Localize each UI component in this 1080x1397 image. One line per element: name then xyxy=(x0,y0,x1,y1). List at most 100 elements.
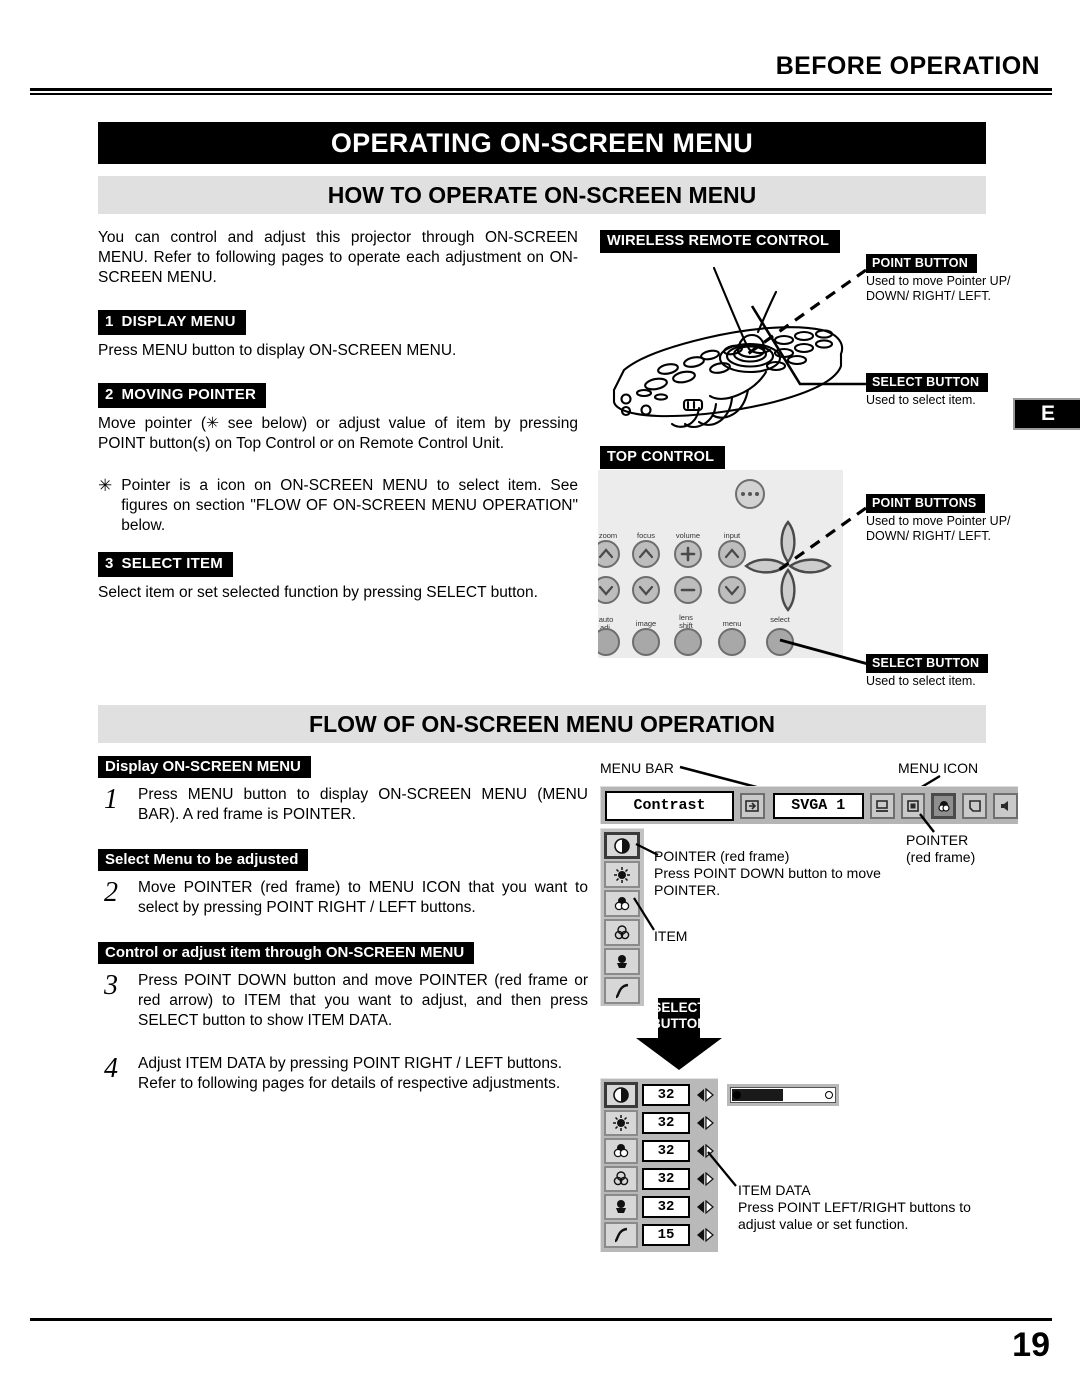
svg-text:select: select xyxy=(770,615,791,624)
system-icon[interactable] xyxy=(869,792,895,819)
label-moving-pointer-num: 2 xyxy=(105,386,114,403)
intro-paragraph: You can control and adjust this projecto… xyxy=(98,229,578,286)
label-moving-pointer-text: MOVING POINTER xyxy=(121,386,257,403)
left-right-arrow-icon[interactable] xyxy=(694,1112,716,1134)
flow-step-1-number: 1 xyxy=(104,784,118,815)
pointer-note-title: POINTER (red frame) xyxy=(654,848,790,864)
pointer-footnote-text: Pointer is a icon on ON-SCREEN MENU to s… xyxy=(121,477,578,534)
label-pointer-title: POINTER xyxy=(906,832,969,848)
leader-line-item-data xyxy=(707,1151,737,1187)
label-pointer-red-frame: POINTER (red frame) xyxy=(906,832,975,866)
white-balance-icon[interactable] xyxy=(604,948,640,975)
item-data-row[interactable]: 15 xyxy=(604,1222,718,1248)
item-value: 32 xyxy=(642,1112,690,1134)
svg-text:focus: focus xyxy=(637,531,655,540)
item-value: 15 xyxy=(642,1224,690,1246)
select-button-arrow: SELECT BUTTON xyxy=(636,998,722,1070)
section-heading-flow: FLOW OF ON-SCREEN MENU OPERATION xyxy=(98,705,986,743)
select-arrow-line1: SELECT xyxy=(652,1000,706,1015)
white-balance-icon[interactable] xyxy=(604,1194,638,1220)
label-display-menu: 1 DISPLAY MENU xyxy=(98,310,246,335)
label-display-menu-text: DISPLAY MENU xyxy=(121,313,236,330)
pointer-note-body: Press POINT DOWN button to move POINTER. xyxy=(654,865,881,898)
caption-select-button-remote: Used to select item. xyxy=(866,393,976,407)
svg-text:zoom: zoom xyxy=(599,531,617,540)
leader-line-select-button-remote xyxy=(750,305,866,386)
step-head-control-adjust: Control or adjust item through ON-SCREEN… xyxy=(98,942,475,964)
item-data-row[interactable]: 32 xyxy=(604,1110,718,1136)
tag-point-buttons: POINT BUTTONS xyxy=(866,494,986,513)
item-data-row[interactable]: 32 xyxy=(604,1138,718,1164)
select-arrow-line2: BUTTON xyxy=(651,1016,707,1031)
asterisk-icon: ✳ xyxy=(98,476,113,495)
caption-point-buttons: Used to move Pointer UP/ DOWN/ RIGHT/ LE… xyxy=(866,514,1011,543)
manual-page: BEFORE OPERATION OPERATING ON-SCREEN MEN… xyxy=(0,0,1080,1397)
leader-line-select-button-top-control xyxy=(779,638,869,666)
item-data-note-body: Press POINT LEFT/RIGHT buttons to adjust… xyxy=(738,1199,971,1232)
flow-step-4: 4 Adjust ITEM DATA by pressing POINT RIG… xyxy=(98,1054,588,1094)
flow-step-1: 1 Press MENU button to display ON-SCREEN… xyxy=(98,785,588,825)
color-icon[interactable] xyxy=(604,1138,638,1164)
left-right-arrow-icon[interactable] xyxy=(694,1224,716,1246)
tint-icon[interactable] xyxy=(604,1166,638,1192)
item-value: 32 xyxy=(642,1084,690,1106)
input-source-icon[interactable] xyxy=(739,792,765,819)
pc-adjust-icon[interactable] xyxy=(962,792,988,819)
flow-step-3: 3 Press POINT DOWN button and move POINT… xyxy=(98,971,588,1031)
brightness-icon[interactable] xyxy=(604,1110,638,1136)
tag-wireless-remote-control: WIRELESS REMOTE CONTROL xyxy=(600,230,841,253)
flow-step-4-line2: Refer to following pages for details of … xyxy=(138,1075,561,1092)
gamma-icon[interactable] xyxy=(604,977,640,1004)
tag-select-button-top-control: SELECT BUTTON xyxy=(866,654,989,673)
contrast-icon[interactable] xyxy=(604,1082,638,1108)
leader-line-item xyxy=(633,897,655,931)
tag-select-button-remote: SELECT BUTTON xyxy=(866,373,989,392)
menu-bar-contrast-label: Contrast xyxy=(605,790,734,821)
item-data-row[interactable]: 32 xyxy=(604,1166,718,1192)
caption-point-button: Used to move Pointer UP/ DOWN/ RIGHT/ LE… xyxy=(866,274,1011,303)
item-data-row[interactable]: 32 xyxy=(604,1194,718,1220)
on-screen-menu-bar[interactable]: Contrast SVGA 1 xyxy=(600,786,1018,824)
svg-text:volume: volume xyxy=(676,531,700,540)
page-number: 19 xyxy=(1012,1326,1050,1364)
leader-line-pointer xyxy=(919,813,935,833)
label-moving-pointer: 2 MOVING POINTER xyxy=(98,383,267,408)
svg-text:input: input xyxy=(724,531,741,540)
left-right-arrow-icon[interactable] xyxy=(694,1196,716,1218)
pointer-footnote: ✳ Pointer is a icon on ON-SCREEN MENU to… xyxy=(98,476,578,536)
item-data-panel[interactable]: 32 32 32 32 32 15 xyxy=(600,1078,718,1252)
header-rule xyxy=(30,88,1052,91)
header-rule-secondary xyxy=(30,93,1052,95)
slider-track[interactable] xyxy=(730,1087,836,1103)
step-head-select-menu: Select Menu to be adjusted xyxy=(98,849,309,871)
how-to-operate-text-column: You can control and adjust this projecto… xyxy=(98,228,578,609)
slider-right-knob-icon[interactable] xyxy=(825,1091,833,1099)
left-right-arrow-icon[interactable] xyxy=(694,1084,716,1106)
brightness-icon[interactable] xyxy=(604,861,640,888)
flow-step-4-text: Adjust ITEM DATA by pressing POINT RIGHT… xyxy=(138,1054,588,1094)
pointer-note: POINTER (red frame) Press POINT DOWN but… xyxy=(654,848,914,899)
footer-rule xyxy=(30,1318,1052,1321)
label-menu-bar: MENU BAR xyxy=(600,760,674,776)
section-heading-how-to-operate: HOW TO OPERATE ON-SCREEN MENU xyxy=(98,176,986,214)
running-head: BEFORE OPERATION xyxy=(775,52,1040,80)
item-value-slider[interactable] xyxy=(727,1084,839,1106)
label-select-item: 3 SELECT ITEM xyxy=(98,552,233,577)
sound-icon[interactable] xyxy=(993,792,1018,819)
svg-text:menu: menu xyxy=(723,619,742,628)
flow-step-1-text: Press MENU button to display ON-SCREEN M… xyxy=(138,786,588,823)
label-select-item-num: 3 xyxy=(105,555,114,572)
gamma-icon[interactable] xyxy=(604,1222,638,1248)
flow-step-2-text: Move POINTER (red frame) to MENU ICON th… xyxy=(138,879,588,916)
leader-line-point-buttons xyxy=(775,506,867,574)
flow-step-4-number: 4 xyxy=(104,1053,118,1084)
item-data-note: ITEM DATA Press POINT LEFT/RIGHT buttons… xyxy=(738,1182,988,1233)
item-value: 32 xyxy=(642,1140,690,1162)
language-tab-e: E xyxy=(1013,398,1080,430)
leader-line-pointer-note xyxy=(635,843,659,856)
item-data-row[interactable]: 32 xyxy=(604,1082,718,1108)
slider-left-knob-icon xyxy=(733,1091,741,1099)
label-select-item-text: SELECT ITEM xyxy=(121,555,223,572)
flow-step-2-number: 2 xyxy=(104,877,118,908)
item-data-note-title: ITEM DATA xyxy=(738,1182,811,1198)
